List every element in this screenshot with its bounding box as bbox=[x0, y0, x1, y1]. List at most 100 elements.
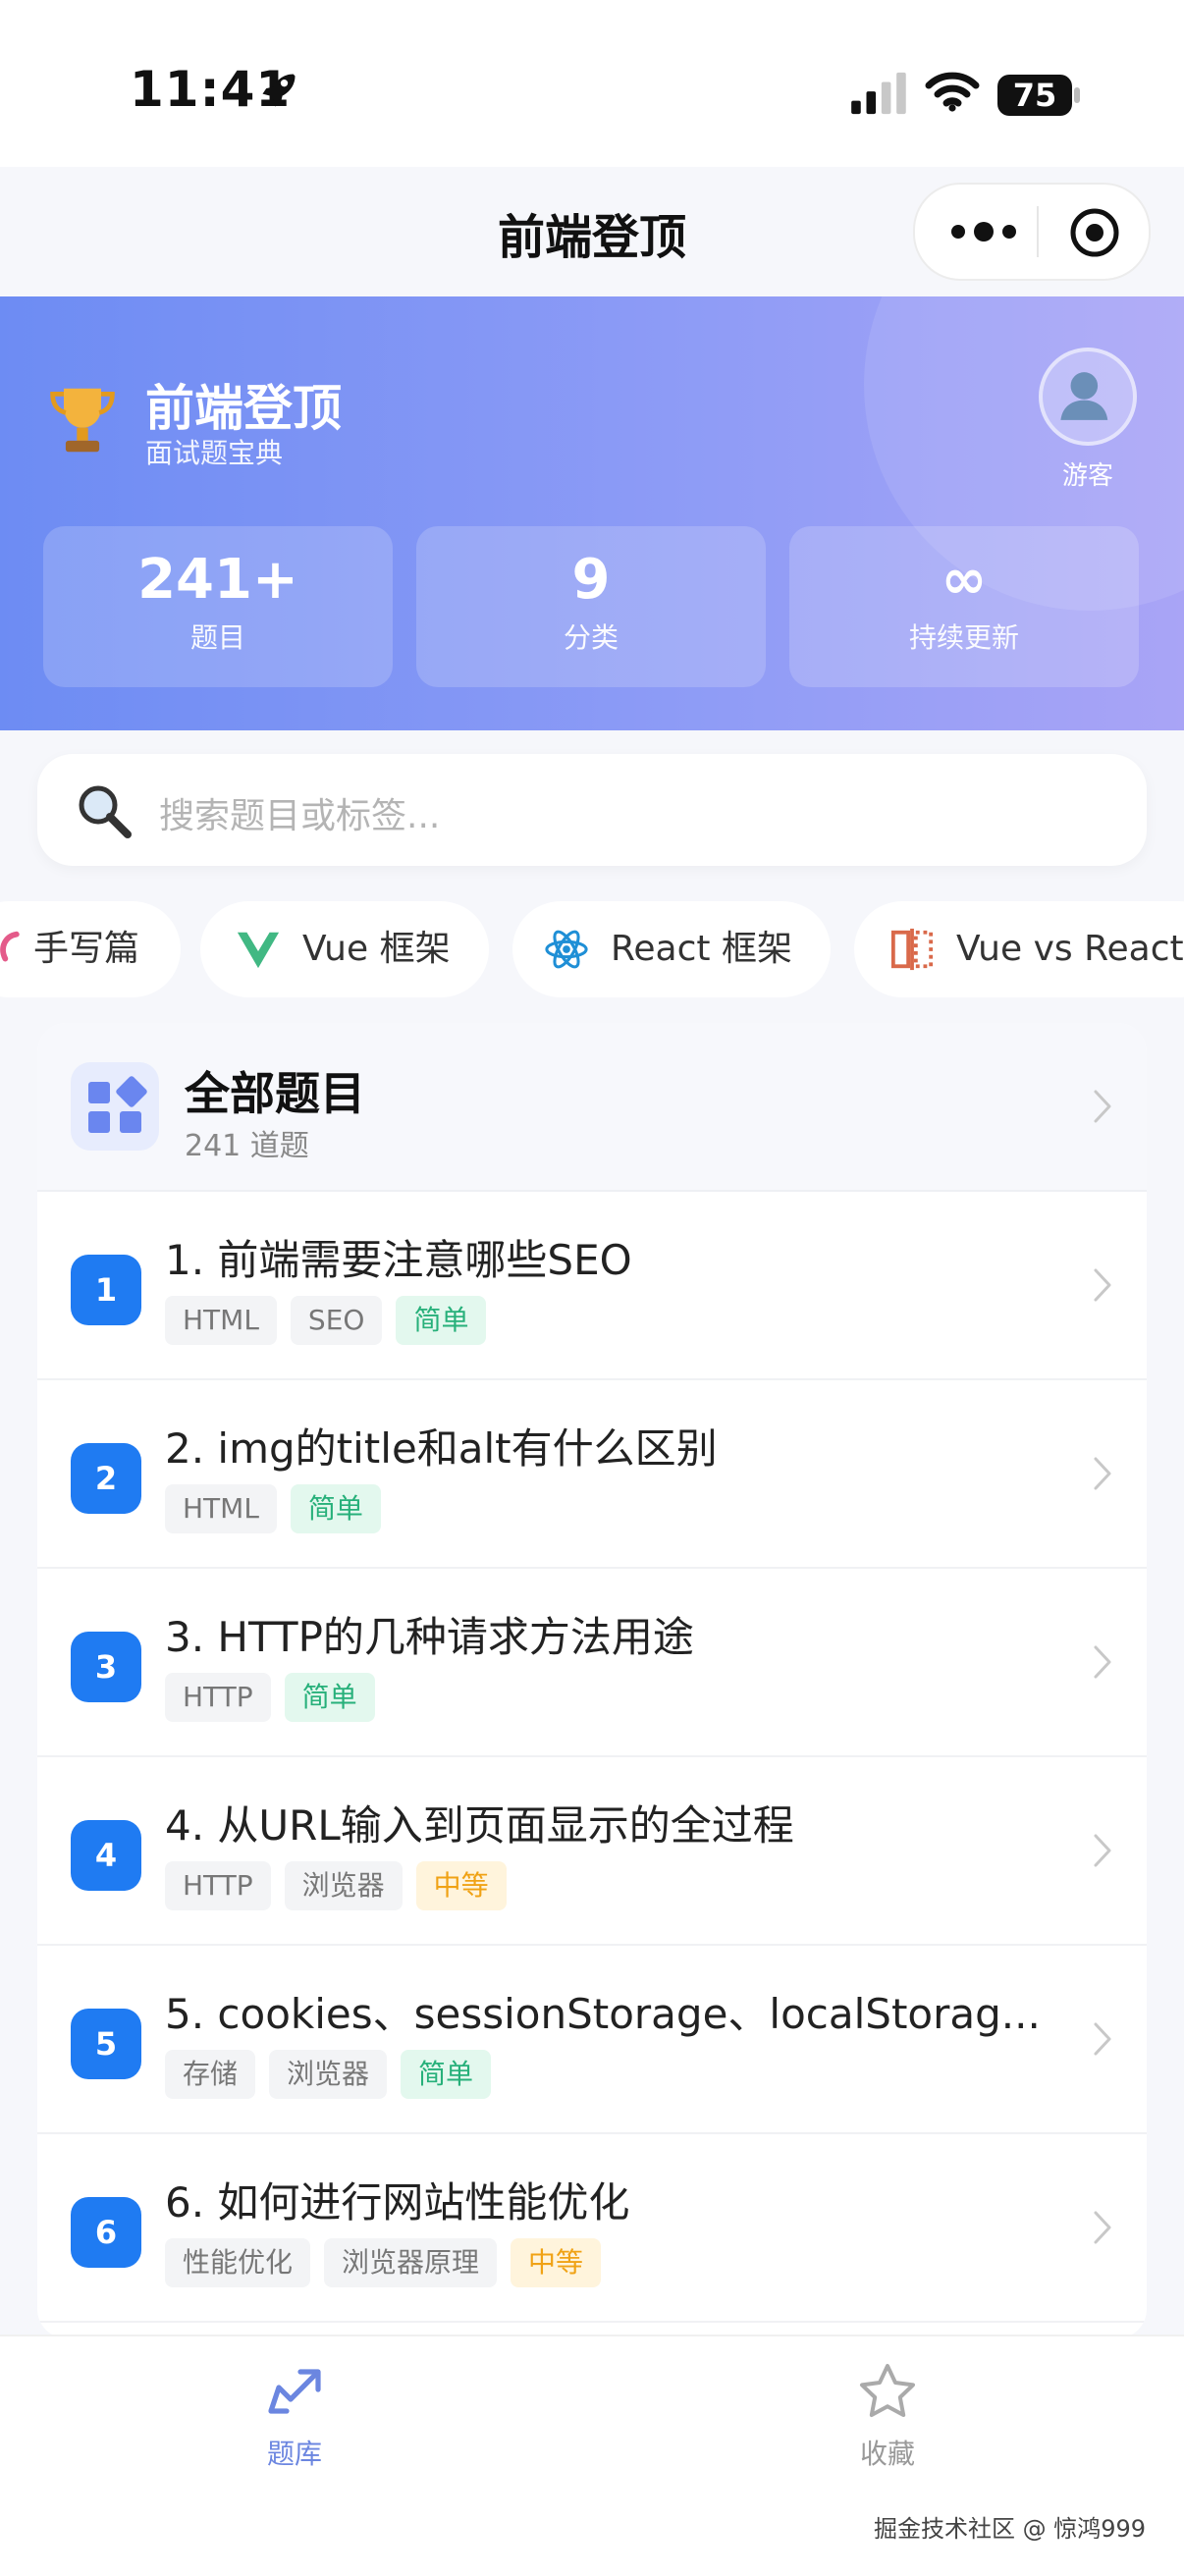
chevron-right-icon bbox=[1094, 1834, 1111, 1867]
chip-label: 手写篇 bbox=[33, 929, 140, 969]
capsule-menu bbox=[913, 183, 1151, 281]
react-icon bbox=[545, 930, 588, 969]
tag: SEO bbox=[290, 1296, 383, 1345]
question-row[interactable]: 4 4. 从URL输入到页面显示的全过程 HTTP 浏览器 中等 bbox=[37, 1755, 1147, 1946]
tab-label: 收藏 bbox=[859, 2438, 915, 2470]
stat-questions: 241+ 题目 bbox=[43, 526, 393, 687]
chip-label: React 框架 bbox=[611, 929, 792, 969]
more-icon[interactable] bbox=[944, 212, 1023, 251]
tag: 浏览器 bbox=[284, 1861, 403, 1910]
stat-categories: 9 分类 bbox=[416, 526, 766, 687]
stat-value: 9 bbox=[571, 548, 611, 612]
chevron-right-icon bbox=[1094, 2211, 1111, 2244]
trophy-icon bbox=[50, 388, 115, 453]
tag: HTTP bbox=[165, 1861, 271, 1910]
search-icon bbox=[79, 785, 132, 838]
question-row[interactable]: 2 2. img的title和alt有什么区别 HTML 简单 bbox=[37, 1378, 1147, 1569]
question-number: 5 bbox=[71, 2009, 141, 2079]
question-number: 1 bbox=[71, 1255, 141, 1325]
search-input[interactable]: 搜索题目或标签... bbox=[37, 754, 1147, 866]
tag-group: HTML SEO 简单 bbox=[165, 1296, 500, 1347]
difficulty-badge: 中等 bbox=[511, 2238, 602, 2287]
chip-vue-vs-react[interactable]: Vue vs React bbox=[854, 901, 1184, 997]
search-placeholder: 搜索题目或标签... bbox=[159, 796, 441, 836]
difficulty-badge: 简单 bbox=[290, 1484, 381, 1533]
tab-favorites[interactable]: 收藏 bbox=[789, 2360, 986, 2472]
status-bar: 11:41 75 bbox=[0, 0, 1184, 167]
signal-icon bbox=[851, 72, 906, 115]
question-title: 1. 前端需要注意哪些SEO bbox=[165, 1236, 632, 1284]
chevron-right-icon bbox=[1094, 1645, 1111, 1679]
stat-label: 题目 bbox=[189, 621, 245, 654]
chip-label: Vue vs React bbox=[956, 929, 1184, 969]
question-number: 2 bbox=[71, 1443, 141, 1514]
tag-group: HTML 简单 bbox=[165, 1484, 395, 1535]
tag-group: 性能优化 浏览器原理 中等 bbox=[165, 2238, 615, 2289]
battery-icon: 75 bbox=[997, 75, 1082, 116]
all-questions-header[interactable]: 全部题目 241 道题 bbox=[37, 1023, 1147, 1192]
difficulty-badge: 简单 bbox=[401, 2050, 492, 2099]
question-title: 2. img的title和alt有什么区别 bbox=[165, 1424, 718, 1473]
difficulty-badge: 简单 bbox=[396, 1296, 487, 1345]
tag: 浏览器 bbox=[269, 2050, 388, 2099]
star-icon bbox=[860, 2364, 915, 2417]
tag: HTML bbox=[165, 1484, 277, 1533]
tag: 浏览器原理 bbox=[324, 2238, 498, 2287]
question-row[interactable]: 6 6. 如何进行网站性能优化 性能优化 浏览器原理 中等 bbox=[37, 2132, 1147, 2323]
question-title: 4. 从URL输入到页面显示的全过程 bbox=[165, 1801, 794, 1850]
tag: 性能优化 bbox=[165, 2238, 311, 2287]
difficulty-badge: 中等 bbox=[415, 1861, 507, 1910]
list-count: 241 道题 bbox=[185, 1129, 309, 1163]
tag-group: 存储 浏览器 简单 bbox=[165, 2050, 505, 2101]
question-title: 6. 如何进行网站性能优化 bbox=[165, 2178, 630, 2227]
wifi-icon bbox=[925, 72, 980, 112]
rocket-icon bbox=[262, 74, 296, 107]
vue-icon bbox=[237, 932, 280, 969]
stat-value: 241+ bbox=[137, 548, 298, 612]
avatar[interactable] bbox=[1039, 348, 1137, 446]
tag: HTTP bbox=[165, 1673, 271, 1722]
tab-label: 题库 bbox=[266, 2438, 322, 2470]
question-title: 3. HTTP的几种请求方法用途 bbox=[165, 1613, 694, 1661]
question-row[interactable]: 3 3. HTTP的几种请求方法用途 HTTP 简单 bbox=[37, 1567, 1147, 1757]
watermark: 掘金技术社区 @ 惊鸿999 bbox=[874, 2515, 1147, 2543]
chip-vue[interactable]: Vue 框架 bbox=[200, 901, 489, 997]
question-row[interactable]: 5 5. cookies、sessionStorage、localStorag.… bbox=[37, 1944, 1147, 2134]
close-target-icon[interactable] bbox=[1068, 206, 1121, 259]
category-grid-icon bbox=[71, 1062, 159, 1151]
battery-level: 75 bbox=[997, 75, 1072, 116]
chevron-right-icon bbox=[1094, 1090, 1111, 1123]
chevron-right-icon bbox=[1094, 1457, 1111, 1490]
chip-handwrite[interactable]: 手写篇 bbox=[0, 901, 181, 997]
tag: HTML bbox=[165, 1296, 277, 1345]
stat-label: 分类 bbox=[563, 621, 619, 654]
question-number: 6 bbox=[71, 2197, 141, 2268]
question-number: 4 bbox=[71, 1820, 141, 1891]
stat-value: ∞ bbox=[941, 548, 988, 612]
tag: 存储 bbox=[165, 2050, 256, 2099]
brand-subtitle: 面试题宝典 bbox=[145, 437, 284, 469]
chevron-right-icon bbox=[1094, 1268, 1111, 1302]
tag-group: HTTP 浏览器 中等 bbox=[165, 1861, 520, 1912]
question-list: 全部题目 241 道题 1 1. 前端需要注意哪些SEO HTML SEO 简单 2… bbox=[37, 1023, 1147, 2338]
compare-icon bbox=[890, 928, 934, 971]
question-row[interactable]: 1 1. 前端需要注意哪些SEO HTML SEO 简单 bbox=[37, 1190, 1147, 1380]
list-title: 全部题目 bbox=[185, 1067, 365, 1120]
category-chips: 手写篇 Vue 框架 React 框架 Vue vs React bbox=[0, 895, 1184, 1003]
user-icon bbox=[1060, 372, 1108, 420]
question-number: 3 bbox=[71, 1632, 141, 1702]
tag-group: HTTP 简单 bbox=[165, 1673, 389, 1724]
stat-updates: ∞ 持续更新 bbox=[789, 526, 1139, 687]
question-bank-icon bbox=[268, 2369, 321, 2414]
stat-label: 持续更新 bbox=[908, 621, 1019, 654]
tab-question-bank[interactable]: 题库 bbox=[196, 2360, 393, 2472]
question-title: 5. cookies、sessionStorage、localStorag... bbox=[165, 1990, 1041, 2038]
chevron-right-icon bbox=[1094, 2022, 1111, 2056]
brand-name: 前端登顶 bbox=[145, 380, 342, 437]
chip-react[interactable]: React 框架 bbox=[512, 901, 831, 997]
chip-label: Vue 框架 bbox=[302, 929, 451, 969]
difficulty-badge: 简单 bbox=[284, 1673, 375, 1722]
hand-icon bbox=[0, 931, 20, 962]
hero-banner: 前端登顶 面试题宝典 游客 241+ 题目 9 分类 ∞ 持续更新 bbox=[0, 296, 1184, 730]
avatar-label: 游客 bbox=[1061, 461, 1113, 491]
